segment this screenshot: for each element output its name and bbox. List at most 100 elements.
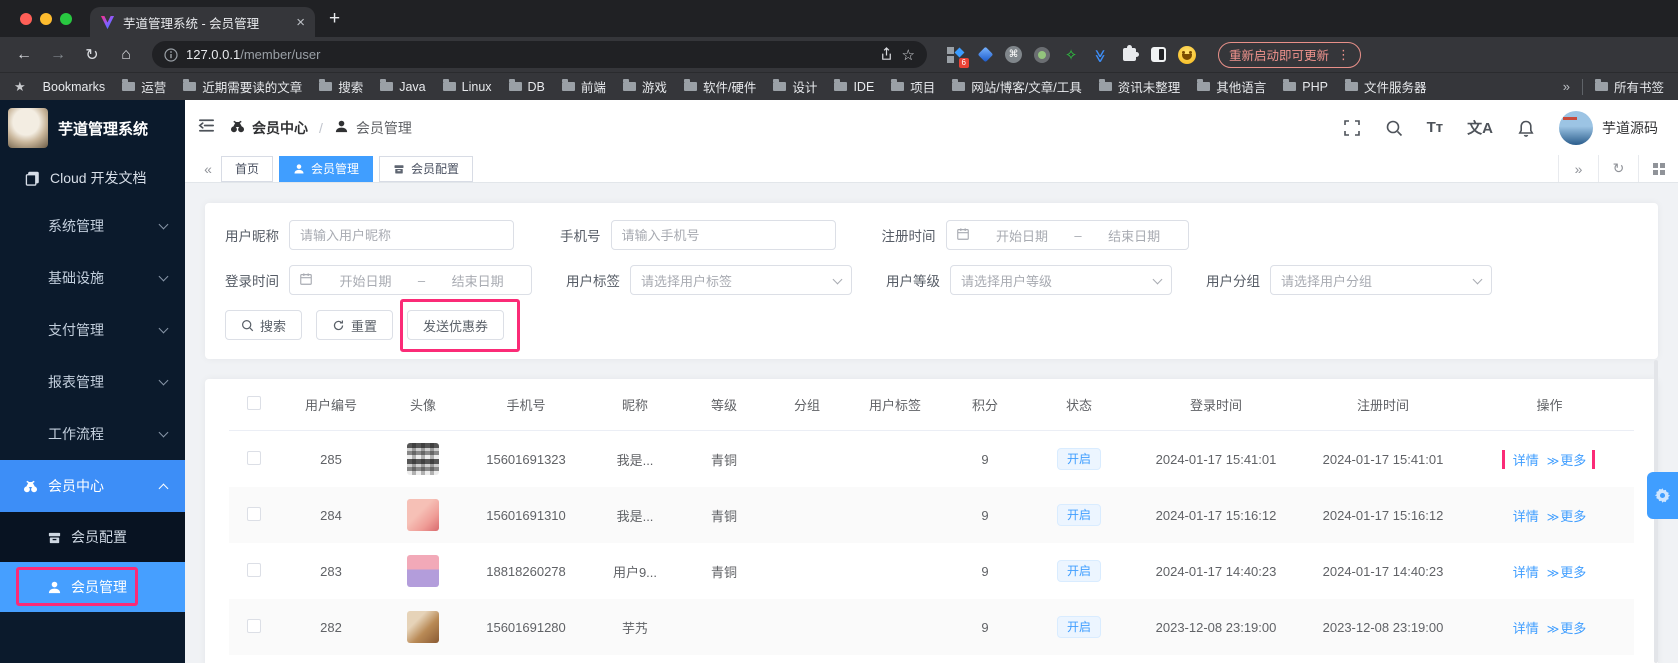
more-link[interactable]: ≫更多 xyxy=(1547,562,1587,581)
window-close-button[interactable] xyxy=(20,12,32,25)
bookmark-folder[interactable]: PHP xyxy=(1283,79,1328,94)
bookmark-folder[interactable]: Linux xyxy=(442,79,492,94)
tab-member-manage[interactable]: 会员管理 xyxy=(279,155,374,182)
bookmark-star-icon[interactable]: ☆ xyxy=(902,46,915,64)
row-checkbox[interactable] xyxy=(247,562,261,577)
register-time-range[interactable]: 开始日期 – 结束日期 xyxy=(945,220,1189,250)
sidebar-item-member-config[interactable]: 会员配置 xyxy=(0,512,185,562)
back-icon[interactable]: ← xyxy=(10,46,38,64)
recorder-extension-icon[interactable] xyxy=(1033,46,1051,64)
bookmark-folder[interactable]: 文件服务器 xyxy=(1344,77,1426,96)
bookmark-folder[interactable]: 运营 xyxy=(122,77,166,96)
detail-link[interactable]: 详情 xyxy=(1513,562,1539,581)
bookmark-folder[interactable]: DB xyxy=(508,79,545,94)
tag-select[interactable]: 请选择用户标签 xyxy=(630,265,852,295)
refresh-page-icon[interactable]: ↻ xyxy=(1598,155,1638,182)
tabs-scroll-right-icon[interactable]: » xyxy=(1558,155,1598,182)
address-bar[interactable]: 127.0.0.1/member/user ☆ xyxy=(152,41,927,68)
bookmark-folder[interactable]: 搜索 xyxy=(319,77,363,96)
table-row: 283 18818260278 用户9... 青铜 9 开启 2024-01-17 14:4… xyxy=(229,543,1634,599)
theme-settings-button[interactable] xyxy=(1647,472,1678,519)
forward-icon[interactable]: → xyxy=(44,46,72,64)
tab-member-config[interactable]: 会员配置 xyxy=(379,155,474,182)
site-info-icon[interactable] xyxy=(164,47,178,62)
tab-layout-icon[interactable] xyxy=(1638,155,1678,182)
bookmark-folder[interactable]: 设计 xyxy=(773,77,817,96)
new-tab-button[interactable]: + xyxy=(315,8,354,30)
tab-close-icon[interactable]: × xyxy=(296,14,305,31)
search-button[interactable]: 搜索 xyxy=(225,310,303,340)
gem-extension-icon[interactable] xyxy=(976,46,994,64)
bookmark-folder[interactable]: 其他语言 xyxy=(1197,77,1266,96)
person-icon xyxy=(334,119,349,137)
sidebar-item-member-center[interactable]: 会员中心 xyxy=(0,460,185,512)
kebab-menu-icon[interactable]: ⋮ xyxy=(1337,47,1350,63)
more-link[interactable]: ≫更多 xyxy=(1547,506,1587,525)
row-checkbox[interactable] xyxy=(247,618,261,633)
share-icon[interactable] xyxy=(879,47,894,62)
select-all-checkbox[interactable] xyxy=(247,396,261,410)
search-icon[interactable] xyxy=(1385,119,1403,137)
app-logo[interactable]: 芋道管理系统 xyxy=(0,100,185,156)
level-select[interactable]: 请选择用户等级 xyxy=(950,265,1172,295)
sidebar-item-member-manage[interactable]: 会员管理 xyxy=(0,562,185,612)
sidebar-group-报表管理[interactable]: 报表管理 xyxy=(0,356,185,408)
mobile-input[interactable] xyxy=(610,220,836,250)
window-zoom-button[interactable] xyxy=(60,12,72,25)
puzzle-extensions-icon[interactable] xyxy=(1120,45,1139,64)
layers-extension-icon[interactable]: ≫ xyxy=(1091,46,1109,64)
detail-link[interactable]: 详情 xyxy=(1513,506,1539,525)
fullscreen-icon[interactable] xyxy=(1343,119,1361,137)
breadcrumb-member-center[interactable]: 会员中心 xyxy=(252,118,308,138)
bookmarks-star-icon[interactable]: ★ xyxy=(14,79,26,95)
folder-icon xyxy=(1197,79,1211,91)
bookmark-folder[interactable]: 前端 xyxy=(561,77,606,96)
browser-tab[interactable]: 芋道管理系统 - 会员管理 × xyxy=(90,7,315,37)
tab-manager-extension-icon[interactable]: 6 xyxy=(947,46,969,68)
collapse-sidebar-icon[interactable] xyxy=(197,116,216,140)
bell-icon[interactable] xyxy=(1517,119,1535,137)
nickname-input[interactable] xyxy=(289,220,514,250)
font-size-icon[interactable]: Tт xyxy=(1427,119,1444,136)
row-checkbox[interactable] xyxy=(247,506,261,521)
bookmark-folder[interactable]: 网站/博客/文章/工具 xyxy=(952,77,1082,96)
shortcut-extension-icon[interactable]: ⌘ xyxy=(1005,46,1022,63)
tabs-scroll-left-icon[interactable]: « xyxy=(195,161,221,177)
reload-icon[interactable]: ↻ xyxy=(78,45,106,65)
bookmarks-overflow-icon[interactable]: » xyxy=(1563,79,1570,94)
home-icon[interactable]: ⌂ xyxy=(112,46,140,64)
bookmark-folder[interactable]: 近期需要读的文章 xyxy=(183,77,302,96)
bookmark-folder[interactable]: 游戏 xyxy=(622,77,667,96)
translate-icon[interactable]: 文A xyxy=(1467,117,1493,138)
bookmark-folder[interactable]: Java xyxy=(380,79,426,94)
reader-extension-icon[interactable] xyxy=(1149,46,1167,64)
sidebar-group-基础设施[interactable]: 基础设施 xyxy=(0,252,185,304)
update-browser-button[interactable]: 重新启动即可更新 ⋮ xyxy=(1218,41,1362,68)
detail-link[interactable]: 详情 xyxy=(1513,450,1539,469)
tab-home[interactable]: 首页 xyxy=(221,155,274,182)
bookmark-folder[interactable]: 软件/硬件 xyxy=(683,77,756,96)
sidebar-group-支付管理[interactable]: 支付管理 xyxy=(0,304,185,356)
sidebar-group-系统管理[interactable]: 系统管理 xyxy=(0,200,185,252)
detail-link[interactable]: 详情 xyxy=(1513,618,1539,637)
sidebar-item-cloud-docs[interactable]: Cloud 开发文档 xyxy=(0,156,185,200)
cell-user-id: 282 xyxy=(320,619,342,635)
sidebar-group-工作流程[interactable]: 工作流程 xyxy=(0,408,185,460)
reset-button[interactable]: 重置 xyxy=(316,310,394,340)
window-minimize-button[interactable] xyxy=(40,12,52,25)
more-link[interactable]: ≫更多 xyxy=(1547,450,1587,469)
send-coupon-button[interactable]: 发送优惠券 xyxy=(407,310,505,340)
bookmark-folder[interactable]: IDE xyxy=(834,79,874,94)
bookmarks-label[interactable]: Bookmarks xyxy=(43,80,106,94)
profile-avatar-icon[interactable] xyxy=(1178,45,1196,64)
bookmark-label: 网站/博客/文章/工具 xyxy=(971,81,1082,95)
more-link[interactable]: ≫更多 xyxy=(1547,618,1587,637)
row-checkbox[interactable] xyxy=(247,450,261,465)
login-time-range[interactable]: 开始日期 – 结束日期 xyxy=(289,265,532,295)
group-select[interactable]: 请选择用户分组 xyxy=(1270,265,1492,295)
bookmark-folder[interactable]: 资讯未整理 xyxy=(1098,77,1180,96)
star-extension-icon[interactable]: ✧ xyxy=(1062,46,1080,64)
all-bookmarks-button[interactable]: 所有书签 xyxy=(1594,77,1664,96)
bookmark-folder[interactable]: 项目 xyxy=(891,77,935,96)
user-menu[interactable]: 芋道源码 xyxy=(1559,110,1658,145)
